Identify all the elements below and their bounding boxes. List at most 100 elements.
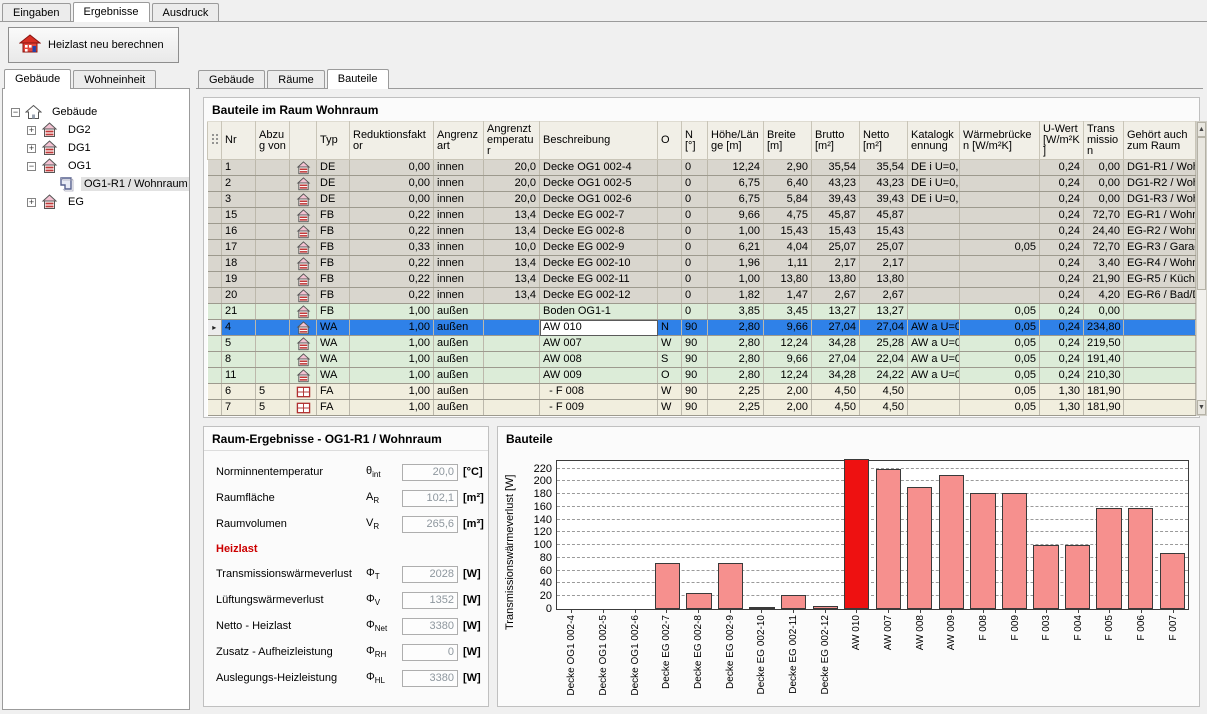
column-header-beschreibung[interactable]: Beschreibung <box>540 122 658 160</box>
cell-waermebruecken[interactable] <box>960 288 1040 304</box>
cell-brutto[interactable]: 25,07 <box>812 240 860 256</box>
cell-angrenzart[interactable]: außen <box>434 320 484 336</box>
cell-bauteil-icon[interactable] <box>290 192 317 208</box>
cell-reduktionsfaktor[interactable]: 0,22 <box>350 224 434 240</box>
row-selector[interactable] <box>208 208 222 224</box>
cell-orientierung[interactable] <box>658 224 682 240</box>
cell-netto[interactable]: 2,17 <box>860 256 908 272</box>
cell-u-wert[interactable]: 0,24 <box>1040 336 1084 352</box>
column-header-netto[interactable]: Netto [m²] <box>860 122 908 160</box>
cell-nr[interactable]: 4 <box>222 320 256 336</box>
chart-bar-decke-eg-002-10[interactable] <box>749 607 774 609</box>
cell-transmission[interactable]: 219,50 <box>1084 336 1124 352</box>
cell-waermebruecken[interactable]: 0,05 <box>960 320 1040 336</box>
cell-neigung[interactable]: 0 <box>682 288 708 304</box>
cell-bauteil-icon[interactable] <box>290 256 317 272</box>
chart-bar-f-006[interactable] <box>1128 508 1153 609</box>
cell-gehoert-auch-zum-raum[interactable]: EG-R2 / Wohnraum <box>1124 224 1196 240</box>
row-selector[interactable] <box>208 304 222 320</box>
cell-angrenztemperatur[interactable] <box>484 304 540 320</box>
cell-abzug-von[interactable] <box>256 192 290 208</box>
cell-typ[interactable]: FB <box>317 240 350 256</box>
cell-typ[interactable]: FA <box>317 400 350 416</box>
cell-reduktionsfaktor[interactable]: 0,33 <box>350 240 434 256</box>
collapse-icon[interactable]: − <box>27 162 36 171</box>
cell-hoehe-laenge[interactable]: 2,80 <box>708 352 764 368</box>
cell-angrenzart[interactable]: außen <box>434 304 484 320</box>
cell-beschreibung[interactable]: Decke EG 002-9 <box>540 240 658 256</box>
cell-abzug-von[interactable]: 5 <box>256 400 290 416</box>
cell-beschreibung[interactable]: AW 007 <box>540 336 658 352</box>
cell-orientierung[interactable] <box>658 192 682 208</box>
cell-hoehe-laenge[interactable]: 3,85 <box>708 304 764 320</box>
column-header-u-wert[interactable]: U-Wert [W/m²K] <box>1040 122 1084 160</box>
cell-reduktionsfaktor[interactable]: 1,00 <box>350 384 434 400</box>
chart-bar-aw-010[interactable] <box>844 459 869 609</box>
cell-angrenztemperatur[interactable]: 20,0 <box>484 192 540 208</box>
cell-nr[interactable]: 2 <box>222 176 256 192</box>
row-selector[interactable] <box>208 368 222 384</box>
cell-reduktionsfaktor[interactable]: 0,22 <box>350 208 434 224</box>
cell-nr[interactable]: 6 <box>222 384 256 400</box>
cell-reduktionsfaktor[interactable]: 0,22 <box>350 288 434 304</box>
cell-abzug-von[interactable] <box>256 272 290 288</box>
expand-icon[interactable]: + <box>27 198 36 207</box>
cell-nr[interactable]: 3 <box>222 192 256 208</box>
column-header-angrenzart[interactable]: Angrenzart <box>434 122 484 160</box>
cell-angrenzart[interactable]: innen <box>434 240 484 256</box>
cell-beschreibung[interactable]: Decke OG1 002-4 <box>540 160 658 176</box>
cell-waermebruecken[interactable]: 0,05 <box>960 400 1040 416</box>
cell-bauteil-icon[interactable] <box>290 288 317 304</box>
cell-katalogkennung[interactable] <box>908 304 960 320</box>
cell-abzug-von[interactable] <box>256 368 290 384</box>
cell-orientierung[interactable] <box>658 288 682 304</box>
cell-u-wert[interactable]: 0,24 <box>1040 368 1084 384</box>
scroll-down-icon[interactable]: ▼ <box>1197 400 1206 415</box>
scrollbar-thumb[interactable] <box>1197 137 1206 290</box>
cell-bauteil-icon[interactable] <box>290 336 317 352</box>
cell-katalogkennung[interactable]: DE i U=0,24 <box>908 176 960 192</box>
cell-angrenztemperatur[interactable]: 13,4 <box>484 208 540 224</box>
right-tab-räume[interactable]: Räume <box>267 70 324 88</box>
table-row-bauteil-18[interactable]: 18FB0,22innen13,4Decke EG 002-1001,961,1… <box>208 256 1196 272</box>
cell-u-wert[interactable]: 0,24 <box>1040 192 1084 208</box>
cell-katalogkennung[interactable]: AW a U=0,24 <box>908 336 960 352</box>
chart-bar-f-003[interactable] <box>1033 545 1058 609</box>
cell-nr[interactable]: 18 <box>222 256 256 272</box>
cell-typ[interactable]: FA <box>317 384 350 400</box>
cell-bauteil-icon[interactable] <box>290 208 317 224</box>
cell-transmission[interactable]: 0,00 <box>1084 160 1124 176</box>
cell-netto[interactable]: 25,28 <box>860 336 908 352</box>
cell-typ[interactable]: FB <box>317 288 350 304</box>
cell-neigung[interactable]: 0 <box>682 192 708 208</box>
cell-angrenztemperatur[interactable]: 20,0 <box>484 160 540 176</box>
cell-orientierung[interactable]: S <box>658 352 682 368</box>
cell-beschreibung[interactable]: Boden OG1-1 <box>540 304 658 320</box>
cell-bauteil-icon[interactable] <box>290 320 317 336</box>
cell-orientierung[interactable] <box>658 272 682 288</box>
cell-u-wert[interactable]: 0,24 <box>1040 176 1084 192</box>
cell-orientierung[interactable] <box>658 160 682 176</box>
cell-gehoert-auch-zum-raum[interactable] <box>1124 368 1196 384</box>
cell-gehoert-auch-zum-raum[interactable] <box>1124 304 1196 320</box>
cell-neigung[interactable]: 90 <box>682 336 708 352</box>
cell-katalogkennung[interactable] <box>908 288 960 304</box>
cell-hoehe-laenge[interactable]: 2,80 <box>708 368 764 384</box>
cell-katalogkennung[interactable]: AW a U=0,24 <box>908 320 960 336</box>
cell-katalogkennung[interactable] <box>908 384 960 400</box>
left-tab-wohneinheit[interactable]: Wohneinheit <box>73 70 156 88</box>
chart-bar-decke-eg-002-12[interactable] <box>813 606 838 609</box>
cell-gehoert-auch-zum-raum[interactable]: EG-R4 / Wohnraum <box>1124 256 1196 272</box>
cell-bauteil-icon[interactable] <box>290 368 317 384</box>
cell-abzug-von[interactable] <box>256 320 290 336</box>
cell-netto[interactable]: 25,07 <box>860 240 908 256</box>
cell-bauteil-icon[interactable] <box>290 176 317 192</box>
cell-netto[interactable]: 43,23 <box>860 176 908 192</box>
cell-orientierung[interactable] <box>658 176 682 192</box>
cell-typ[interactable]: FB <box>317 224 350 240</box>
cell-netto[interactable]: 27,04 <box>860 320 908 336</box>
cell-typ[interactable]: DE <box>317 192 350 208</box>
cell-gehoert-auch-zum-raum[interactable]: EG-R5 / Küche <box>1124 272 1196 288</box>
cell-reduktionsfaktor[interactable]: 1,00 <box>350 368 434 384</box>
table-row-bauteil-11[interactable]: 11WA1,00außenAW 009O902,8012,2434,2824,2… <box>208 368 1196 384</box>
